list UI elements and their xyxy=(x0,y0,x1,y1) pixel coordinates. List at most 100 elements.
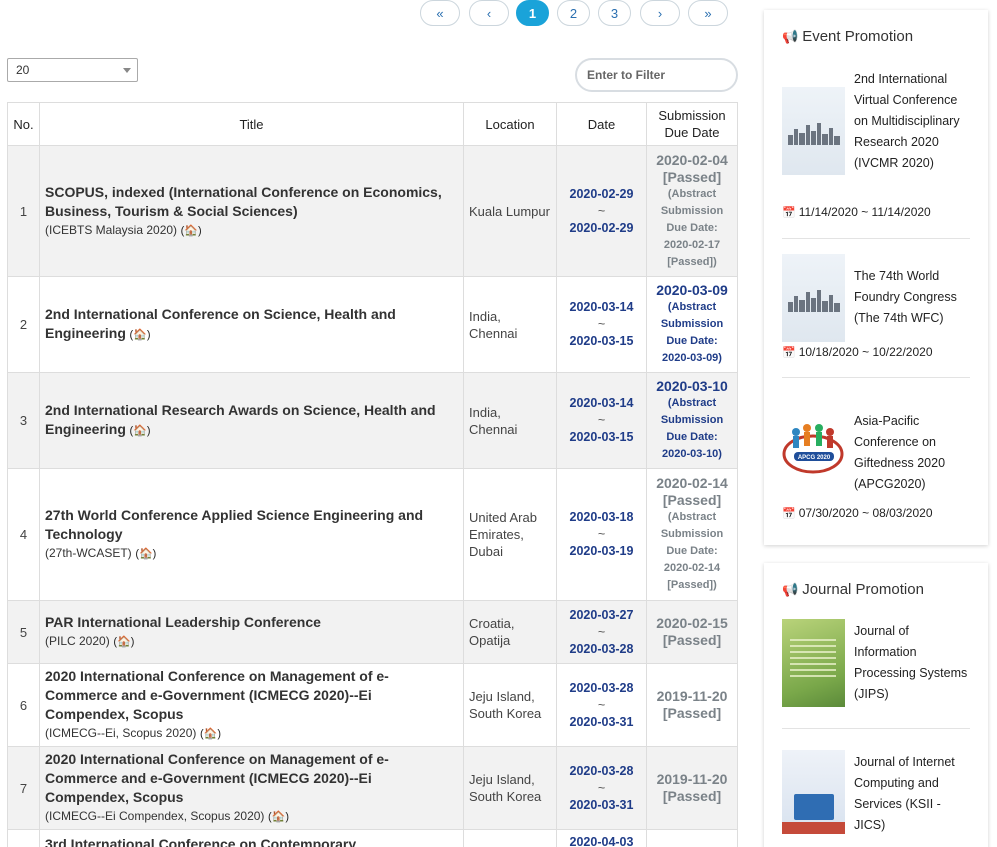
home-icon[interactable]: (🏠) xyxy=(200,726,221,743)
page-1-button[interactable]: 1 xyxy=(516,0,549,26)
submission-status: [Passed] xyxy=(662,632,722,648)
row-number: 3 xyxy=(7,372,40,469)
table-row: 4 27th World Conference Applied Science … xyxy=(7,468,738,601)
submission-cell xyxy=(646,829,738,847)
calendar-icon: 📅 xyxy=(782,347,796,359)
header-date[interactable]: Date xyxy=(556,102,647,146)
conference-title-link[interactable]: 3rd International Conference on Contempo… xyxy=(45,835,458,847)
home-icon[interactable]: (🏠) xyxy=(130,423,151,440)
journal-item[interactable]: Journal of Information Processing System… xyxy=(782,619,970,719)
event-name[interactable]: 2nd International Virtual Conference on … xyxy=(854,69,970,174)
home-icon[interactable]: (🏠) xyxy=(268,809,289,826)
home-icon[interactable]: (🏠) xyxy=(181,223,202,240)
event-item[interactable]: 2nd International Virtual Conference on … xyxy=(782,69,970,229)
conference-title-link[interactable]: PAR International Leadership Conference xyxy=(45,613,458,632)
date-separator: ~ xyxy=(597,317,606,331)
event-promotion-panel: 📢 Event Promotion 2nd International Virtu… xyxy=(764,10,988,545)
divider xyxy=(782,377,970,378)
row-number: 2 xyxy=(7,276,40,373)
row-number: 7 xyxy=(7,746,40,830)
journal-promotion-panel: 📢 Journal Promotion Journal of Informatio… xyxy=(764,563,988,847)
home-icon[interactable]: (🏠) xyxy=(135,546,156,563)
journal-name[interactable]: Journal of Internet Computing and Servic… xyxy=(854,752,970,836)
table-row: 3rd International Conference on Contempo… xyxy=(7,829,738,847)
table-row: 5 PAR International Leadership Conferenc… xyxy=(7,600,738,664)
location-cell: Croatia, Opatija xyxy=(463,600,557,664)
end-date: 2020-03-31 xyxy=(569,797,634,812)
event-thumbnail[interactable] xyxy=(782,87,845,175)
date-cell: 2020-03-28 ~ 2020-03-31 xyxy=(556,746,647,830)
row-number: 5 xyxy=(7,600,40,664)
event-thumbnail[interactable]: APCG 2020 xyxy=(782,416,845,478)
journal-item[interactable]: Journal of Internet Computing and Servic… xyxy=(782,750,970,843)
abstract-note: (Abstract Submission Due Date: 2020-02-1… xyxy=(660,187,724,268)
start-date: 2020-03-18 xyxy=(569,510,634,524)
event-date-range: 07/30/2020 ~ 08/03/2020 xyxy=(798,506,933,520)
home-icon[interactable]: (🏠) xyxy=(130,327,151,344)
location-cell: Kuala Lumpur xyxy=(463,145,557,277)
conference-title-link[interactable]: 27th World Conference Applied Science En… xyxy=(45,506,458,544)
header-no[interactable]: No. xyxy=(7,102,40,146)
journal-name[interactable]: Journal of Information Processing System… xyxy=(854,621,970,705)
event-item[interactable]: The 74th World Foundry Congress (The 74t… xyxy=(782,254,970,367)
header-submission[interactable]: Submission Due Date xyxy=(646,102,738,146)
date-separator: ~ xyxy=(597,527,606,541)
row-number: 4 xyxy=(7,468,40,601)
conference-acronym: (PILC 2020) xyxy=(45,634,110,648)
divider xyxy=(782,238,970,239)
divider xyxy=(782,728,970,729)
conference-title-link[interactable]: SCOPUS, indexed (International Conferenc… xyxy=(45,183,458,221)
title-cell: SCOPUS, indexed (International Conferenc… xyxy=(39,145,464,277)
date-cell: 2020-04-03 xyxy=(556,829,647,847)
location-cell: Jeju Island, South Korea xyxy=(463,663,557,747)
table-row: 7 2020 International Conference on Manag… xyxy=(7,746,738,830)
journal-cover[interactable] xyxy=(782,619,845,707)
table-header-row: No. Title Location Date Submission Due D… xyxy=(7,102,738,146)
title-cell: 2nd International Research Awards on Sci… xyxy=(39,372,464,469)
header-title[interactable]: Title xyxy=(39,102,464,146)
prev-page-button[interactable]: ‹ xyxy=(469,0,509,26)
date-separator: ~ xyxy=(597,203,606,218)
event-dates: 📅 10/18/2020 ~ 10/22/2020 xyxy=(782,345,933,359)
submission-date: 2020-02-04 xyxy=(656,151,728,168)
row-number: 6 xyxy=(7,663,40,747)
submission-cell: 2019-11-20 [Passed] xyxy=(646,746,738,830)
submission-date: 2020-03-09 xyxy=(656,282,728,298)
submission-cell: 2020-02-14 [Passed] (Abstract Submission… xyxy=(646,468,738,601)
conference-title-link[interactable]: 2020 International Conference on Managem… xyxy=(45,667,458,724)
event-item[interactable]: APCG 2020 Asia-Pacific Conference on Gif… xyxy=(782,402,970,522)
date-separator: ~ xyxy=(597,624,606,639)
event-name[interactable]: The 74th World Foundry Congress (The 74t… xyxy=(854,266,970,329)
event-thumbnail[interactable] xyxy=(782,254,845,342)
page-2-button[interactable]: 2 xyxy=(557,0,590,26)
calendar-icon: 📅 xyxy=(782,508,796,520)
table-row: 6 2020 International Conference on Manag… xyxy=(7,663,738,747)
conference-title-link[interactable]: 2nd International Research Awards on Sci… xyxy=(45,402,436,437)
first-page-button[interactable]: « xyxy=(420,0,460,26)
last-page-button[interactable]: » xyxy=(688,0,728,26)
journal-cover[interactable] xyxy=(782,750,845,834)
page-size-select[interactable]: 20 xyxy=(7,58,138,82)
location-cell: United Arab Emirates, Dubai xyxy=(463,468,557,601)
header-location[interactable]: Location xyxy=(463,102,557,146)
journal-promotion-title: 📢 Journal Promotion xyxy=(764,580,942,600)
table-row: 3 2nd International Research Awards on S… xyxy=(7,372,738,469)
conference-title-link[interactable]: 2nd International Conference on Science,… xyxy=(45,306,396,341)
conference-title-link[interactable]: 2020 International Conference on Managem… xyxy=(45,750,458,807)
conference-table: No. Title Location Date Submission Due D… xyxy=(7,102,738,847)
start-date: 2020-03-28 xyxy=(569,763,634,778)
title-cell: 2nd International Conference on Science,… xyxy=(39,276,464,373)
conference-acronym: (ICMECG--Ei, Scopus 2020) xyxy=(45,726,197,740)
end-date: 2020-03-28 xyxy=(569,641,634,656)
page-3-button[interactable]: 3 xyxy=(598,0,631,26)
home-icon[interactable]: (🏠) xyxy=(113,634,134,651)
end-date: 2020-03-15 xyxy=(569,334,634,348)
megaphone-icon: 📢 xyxy=(782,29,799,44)
filter-input[interactable] xyxy=(575,58,738,92)
start-date: 2020-03-14 xyxy=(569,300,634,314)
journal-promotion-heading: Journal Promotion xyxy=(802,581,924,598)
event-name[interactable]: Asia-Pacific Conference on Giftedness 20… xyxy=(854,411,970,495)
next-page-button[interactable]: › xyxy=(640,0,680,26)
table-row: 1 SCOPUS, indexed (International Confere… xyxy=(7,145,738,277)
conference-acronym: (ICEBTS Malaysia 2020) xyxy=(45,222,178,237)
